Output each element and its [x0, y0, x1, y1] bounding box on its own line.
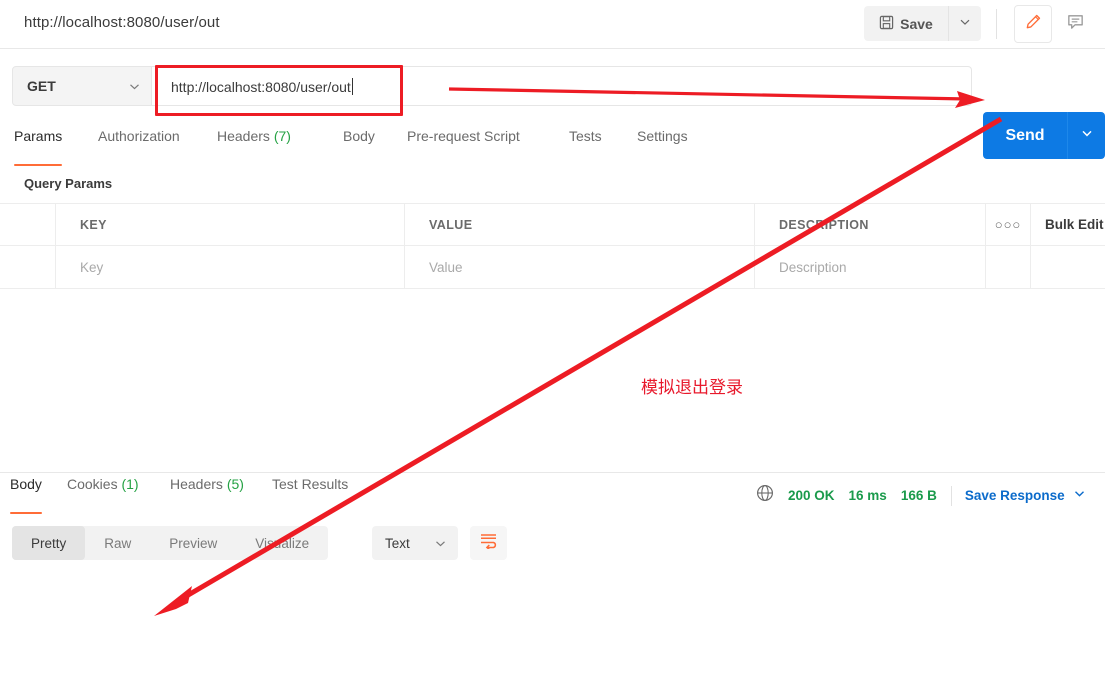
response-size: 166 B [900, 488, 937, 503]
method-select[interactable]: GET [12, 66, 152, 106]
save-button[interactable]: Save [864, 6, 948, 41]
row-checkbox-cell[interactable] [0, 246, 56, 288]
status-code: 200 OK [788, 488, 835, 503]
select-all-cell [0, 204, 56, 245]
view-mode-preview[interactable]: Preview [150, 526, 236, 560]
response-time: 16 ms [848, 488, 887, 503]
top-bar: http://localhost:8080/user/out Save [0, 0, 1105, 49]
ellipsis-icon: ○○○ [994, 217, 1022, 232]
annotation-note: 模拟退出登录 [641, 378, 743, 397]
status-divider [950, 485, 952, 506]
bulk-edit-button[interactable]: Bulk Edit [1031, 204, 1105, 245]
format-select[interactable]: Text [372, 526, 458, 560]
pencil-icon [1024, 12, 1043, 36]
save-button-label: Save [900, 15, 933, 32]
chevron-down-icon [959, 15, 971, 33]
wrap-lines-button[interactable] [470, 526, 507, 560]
comment-icon [1066, 12, 1085, 36]
column-header-key: KEY [56, 204, 405, 245]
url-input[interactable]: http://localhost:8080/user/out [152, 66, 972, 106]
comment-button[interactable] [1056, 5, 1094, 43]
table-header-row: KEY VALUE DESCRIPTION ○○○ Bulk Edit [0, 203, 1105, 246]
wrap-lines-icon [479, 532, 498, 554]
tab-prerequest[interactable]: Pre-request Script [407, 128, 520, 164]
tab-test-results[interactable]: Test Results [272, 476, 348, 512]
tab-params[interactable]: Params [14, 128, 63, 166]
view-mode-raw[interactable]: Raw [85, 526, 150, 560]
url-input-value: http://localhost:8080/user/out [171, 78, 351, 95]
active-tab-underline [14, 164, 63, 166]
view-mode-group: Pretty Raw Preview Visualize [12, 526, 329, 560]
param-description-input[interactable]: Description [755, 246, 986, 288]
format-label: Text [385, 535, 410, 551]
text-cursor [351, 77, 353, 95]
response-body-pane[interactable]: 1 Out https://blog.csdn.net/hcz666 [0, 572, 1105, 678]
view-mode-pretty[interactable]: Pretty [12, 526, 86, 560]
chevron-down-icon[interactable] [1073, 487, 1086, 505]
tab-response-body[interactable]: Body [10, 476, 42, 514]
view-mode-visualize[interactable]: Visualize [236, 526, 328, 560]
globe-icon [756, 484, 774, 507]
response-body-toolbar: Pretty Raw Preview Visualize Text [0, 520, 1105, 572]
save-response-button[interactable]: Save Response [965, 488, 1065, 503]
chevron-down-icon [434, 537, 447, 555]
table-options-button[interactable]: ○○○ [986, 204, 1031, 245]
tab-tests[interactable]: Tests [569, 128, 602, 164]
chevron-down-icon [128, 80, 141, 98]
tab-authorization[interactable]: Authorization [98, 128, 180, 164]
row-end-cell [1031, 246, 1105, 288]
tab-body[interactable]: Body [343, 128, 375, 164]
query-params-table: KEY VALUE DESCRIPTION ○○○ Bulk Edit Key … [0, 203, 1105, 289]
response-divider [0, 472, 1105, 473]
params-empty-area [0, 290, 1105, 472]
query-params-title: Query Params [24, 176, 113, 191]
floppy-disk-icon [879, 15, 894, 33]
tab-response-cookies[interactable]: Cookies (1) [67, 476, 139, 512]
param-value-input[interactable]: Value [405, 246, 755, 288]
row-options-cell [986, 246, 1031, 288]
param-key-input[interactable]: Key [56, 246, 405, 288]
tab-settings[interactable]: Settings [637, 128, 688, 164]
method-label: GET [27, 78, 56, 94]
postman-window: http://localhost:8080/user/out Save GET … [0, 0, 1105, 678]
toolbar-divider [996, 9, 997, 39]
url-row: GET http://localhost:8080/user/out Send [0, 49, 1105, 159]
table-row: Key Value Description [0, 246, 1105, 289]
column-header-value: VALUE [405, 204, 755, 245]
request-tabs: Params Authorization Headers (7) Body Pr… [0, 128, 1105, 279]
page-title: http://localhost:8080/user/out [24, 14, 220, 31]
column-header-description: DESCRIPTION [755, 204, 986, 245]
tab-response-headers[interactable]: Headers (5) [170, 476, 244, 512]
save-options-button[interactable] [948, 6, 981, 41]
tab-headers[interactable]: Headers (7) [217, 128, 291, 164]
active-tab-underline [10, 512, 42, 514]
response-status-bar: 200 OK 16 ms 166 B Save Response [756, 484, 1086, 507]
edit-button[interactable] [1014, 5, 1052, 43]
